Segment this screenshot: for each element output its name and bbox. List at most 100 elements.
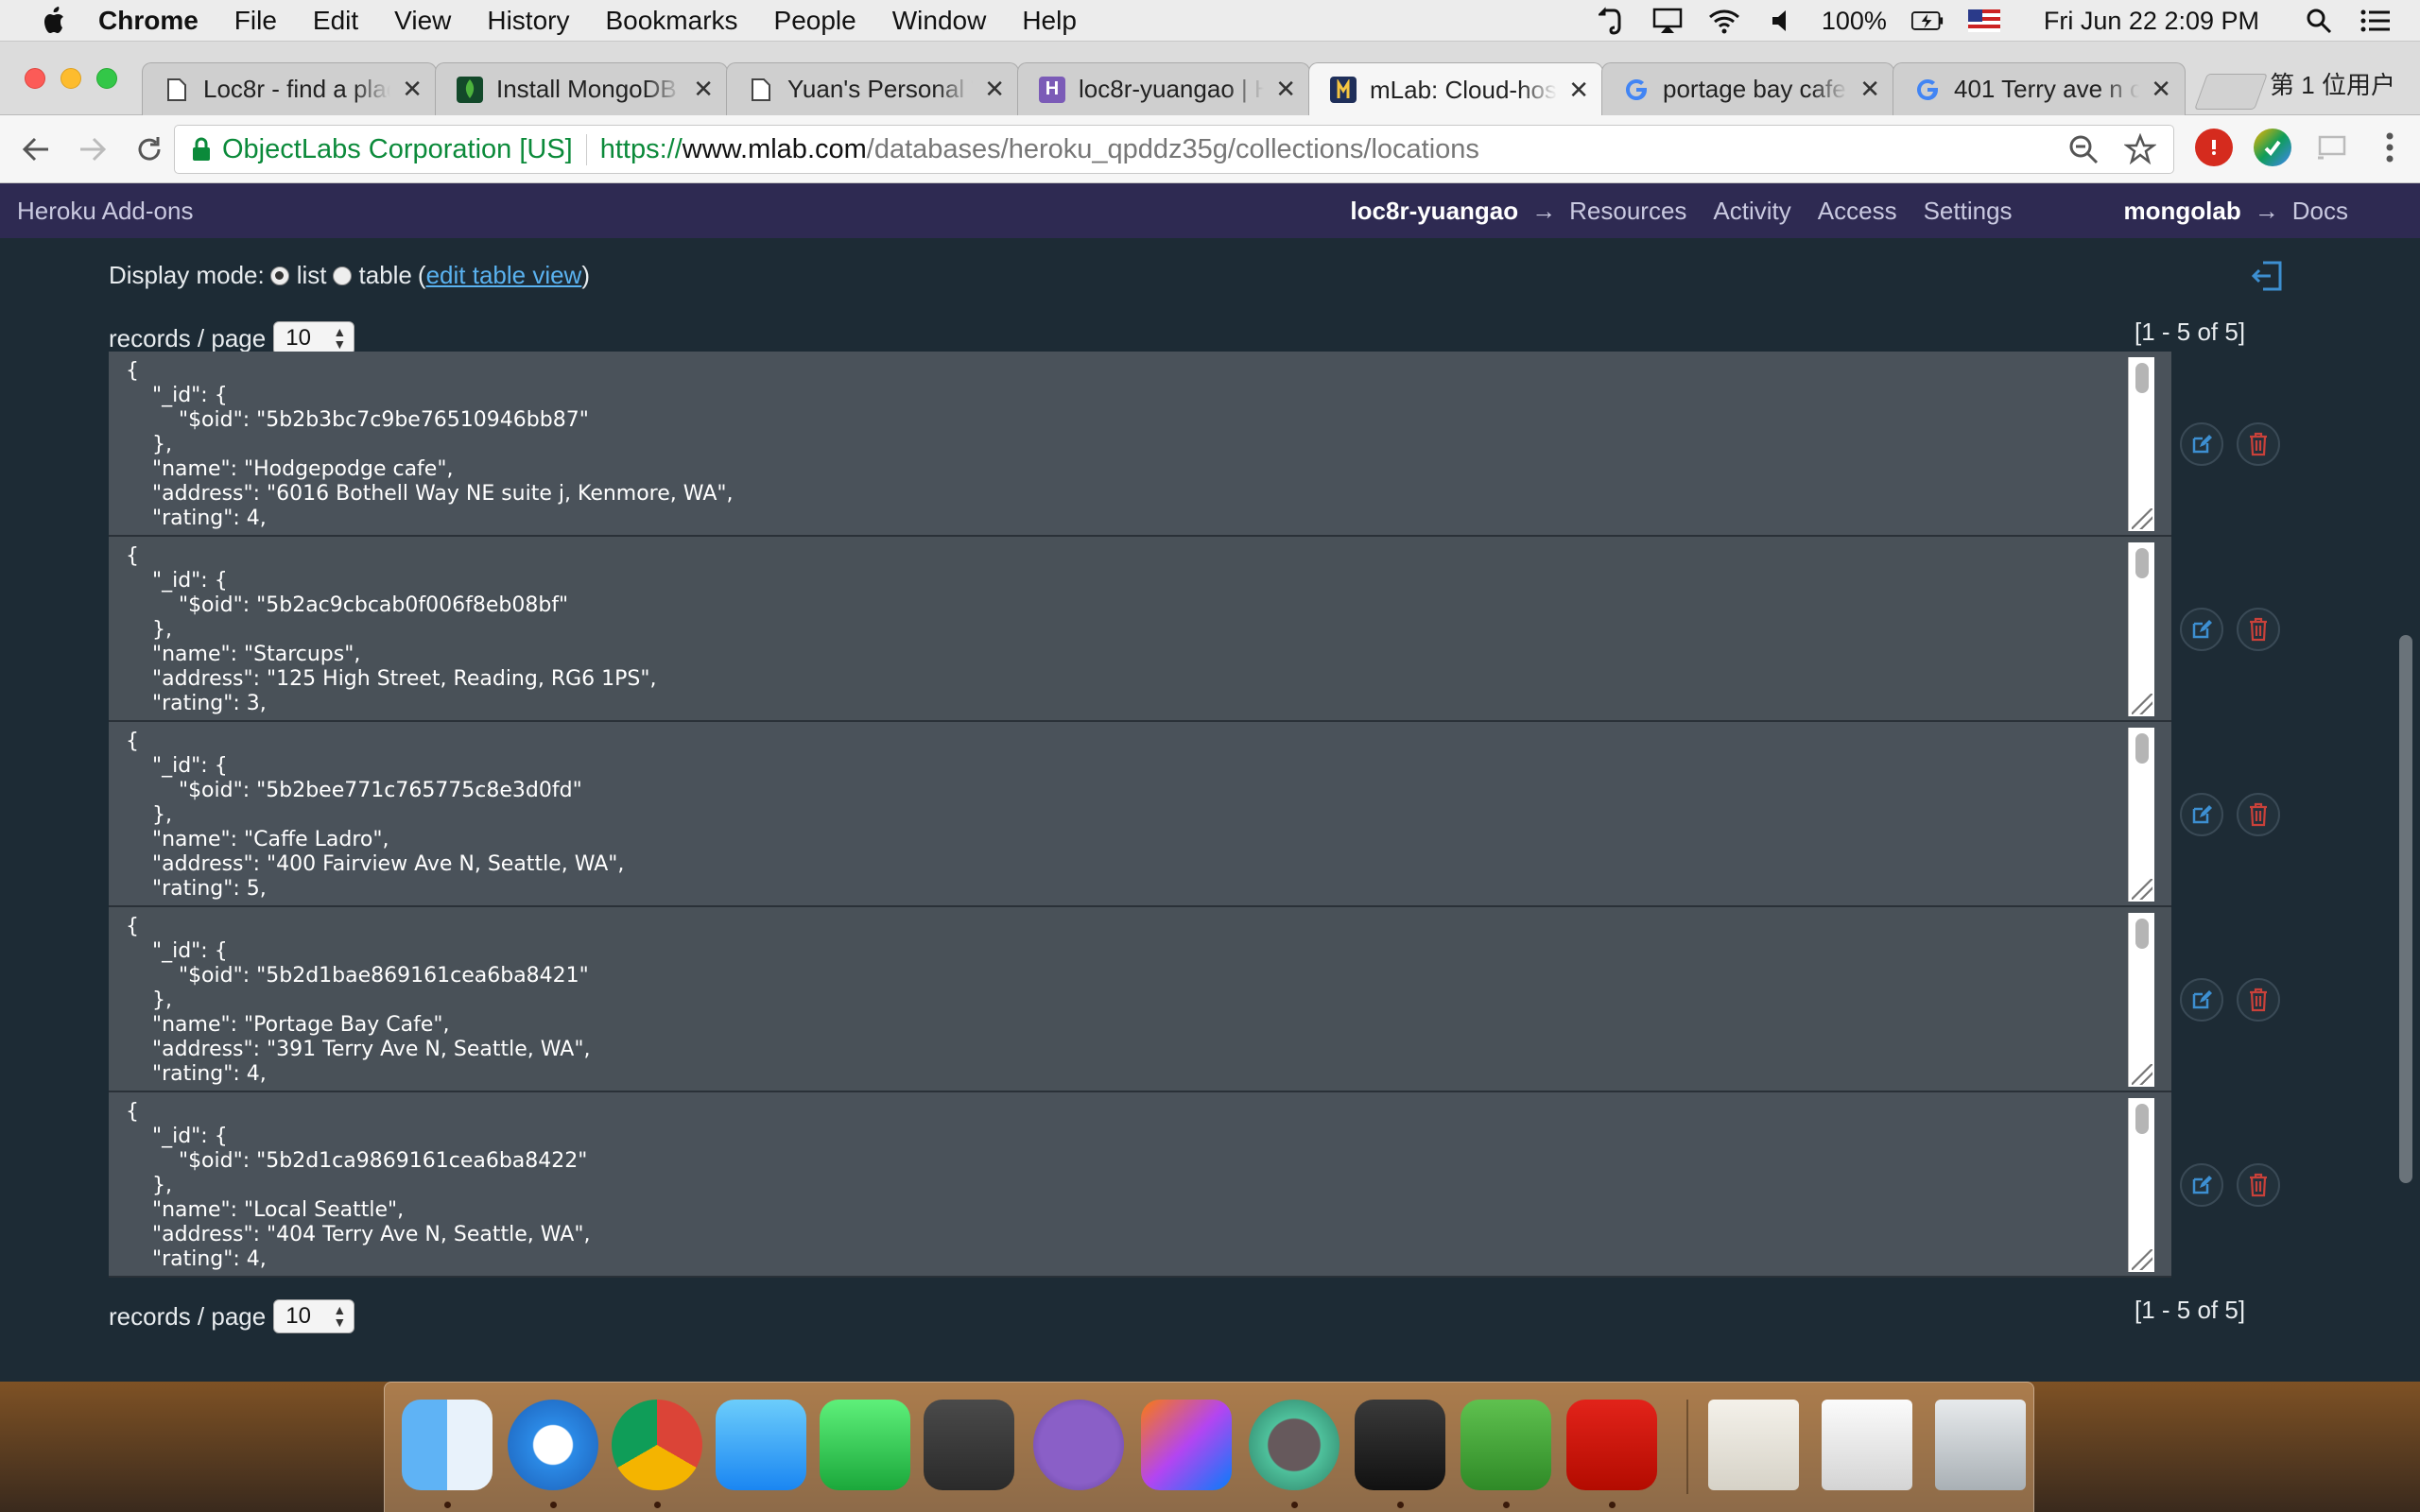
table-mode-radio[interactable] [332, 266, 352, 285]
addon-name-link[interactable]: mongolab [2124, 197, 2241, 226]
secure-lock-icon[interactable] [192, 137, 211, 162]
resize-grip-icon[interactable] [2132, 1064, 2152, 1085]
messages-icon[interactable] [716, 1400, 806, 1490]
records-per-page-select[interactable]: 10 ▲ ▼ [273, 321, 355, 355]
minimize-window-button[interactable] [60, 68, 81, 89]
zoom-window-button[interactable] [96, 68, 117, 89]
document-scrollbar[interactable] [2128, 1098, 2154, 1272]
facetime-icon[interactable] [820, 1400, 910, 1490]
list-mode-label[interactable]: list [297, 261, 327, 290]
edit-document-icon[interactable] [2180, 608, 2223, 651]
url-text[interactable]: https://www.mlab.com/databases/heroku_qp… [600, 134, 1479, 165]
trash-icon[interactable] [1935, 1400, 2026, 1490]
tab-install-mongodb[interactable]: Install MongoDB C ✕ [435, 62, 728, 115]
menu-history[interactable]: History [487, 6, 569, 36]
tab-heroku-app[interactable]: H loc8r-yuangao | H ✕ [1017, 62, 1310, 115]
document-scrollbar[interactable] [2128, 913, 2154, 1087]
menu-file[interactable]: File [234, 6, 277, 36]
reload-button[interactable] [129, 129, 170, 170]
delete-document-icon[interactable] [2237, 793, 2280, 836]
document-scrollbar-thumb[interactable] [2135, 1104, 2149, 1134]
intellij-icon[interactable] [1141, 1400, 1232, 1490]
close-tab-icon[interactable]: ✕ [693, 75, 714, 104]
resize-grip-icon[interactable] [2132, 879, 2152, 900]
airplay-icon[interactable] [1651, 7, 1684, 35]
cast-extension-icon[interactable] [2312, 129, 2350, 166]
document-record[interactable]: { "_id": { "$oid": "5b2ac9cbcab0f006f8eb… [109, 537, 2171, 722]
menubar-clock[interactable]: Fri Jun 22 2:09 PM [2044, 7, 2259, 36]
terminal-icon[interactable] [1355, 1400, 1445, 1490]
document-json[interactable]: { "_id": { "$oid": "5b2d1bae869161cea6ba… [126, 915, 2130, 1085]
chrome-icon[interactable] [612, 1400, 702, 1490]
delete-document-icon[interactable] [2237, 978, 2280, 1022]
battery-charging-icon[interactable] [1910, 7, 1944, 35]
chrome-menu-icon[interactable] [2371, 129, 2409, 166]
address-bar[interactable]: ObjectLabs Corporation [US] https://www.… [174, 125, 2174, 174]
menu-people[interactable]: People [774, 6, 856, 36]
document-scrollbar[interactable] [2128, 542, 2154, 716]
profile-name[interactable]: 第 1 位用户 [2270, 66, 2395, 101]
apple-logo-icon[interactable] [38, 4, 72, 38]
edit-document-icon[interactable] [2180, 793, 2223, 836]
edit-document-icon[interactable] [2180, 422, 2223, 466]
records-per-page-select[interactable]: 10 ▲ ▼ [273, 1299, 355, 1333]
heroku-app-link[interactable]: loc8r-yuangao [1350, 197, 1518, 226]
close-tab-icon[interactable]: ✕ [1568, 76, 1589, 105]
tab-portage-bay-search[interactable]: portage bay cafe ✕ [1601, 62, 1894, 115]
document-record[interactable]: { "_id": { "$oid": "5b2d1ca9869161cea6ba… [109, 1092, 2171, 1278]
certificate-owner[interactable]: ObjectLabs Corporation [US] [222, 133, 587, 165]
documents-stack-icon[interactable] [1708, 1400, 1799, 1490]
document-scrollbar-thumb[interactable] [2135, 919, 2149, 949]
menu-help[interactable]: Help [1022, 6, 1077, 36]
bookmark-star-icon[interactable] [2123, 132, 2157, 173]
document-json[interactable]: { "_id": { "$oid": "5b2ac9cbcab0f006f8eb… [126, 544, 2130, 714]
document-json[interactable]: { "_id": { "$oid": "5b2b3bc7c9be76510946… [126, 359, 2130, 529]
delete-document-icon[interactable] [2237, 1163, 2280, 1207]
safari-icon[interactable] [508, 1400, 598, 1490]
close-tab-icon[interactable]: ✕ [402, 75, 423, 104]
document-scrollbar-thumb[interactable] [2135, 363, 2149, 393]
document-scrollbar[interactable] [2128, 728, 2154, 902]
exit-fullscreen-icon[interactable] [2250, 259, 2284, 293]
evernote-menubar-icon[interactable] [1595, 7, 1627, 35]
page-zoom-icon[interactable] [2067, 133, 2100, 173]
close-window-button[interactable] [25, 68, 45, 89]
menu-view[interactable]: View [394, 6, 451, 36]
list-mode-radio[interactable] [269, 266, 289, 285]
resize-grip-icon[interactable] [2132, 1249, 2152, 1270]
page-scrollbar[interactable] [2392, 238, 2420, 1382]
document-scrollbar-thumb[interactable] [2135, 733, 2149, 764]
spotlight-search-icon[interactable] [2303, 7, 2335, 35]
tab-loc8r[interactable]: Loc8r - find a plac ✕ [142, 62, 437, 115]
table-mode-label[interactable]: table [359, 261, 412, 290]
edit-table-view-link[interactable]: edit table view [426, 261, 582, 290]
acrobat-icon[interactable] [1566, 1400, 1657, 1490]
sublime-text-icon[interactable] [924, 1400, 1014, 1490]
nav-docs[interactable]: Docs [2292, 197, 2348, 226]
tab-mlab-active[interactable]: mLab: Cloud-host ✕ [1308, 62, 1603, 116]
nav-access[interactable]: Access [1818, 197, 1897, 226]
menu-bookmarks[interactable]: Bookmarks [605, 6, 737, 36]
volume-icon[interactable] [1765, 7, 1797, 35]
nav-resources[interactable]: Resources [1569, 197, 1686, 226]
menu-edit[interactable]: Edit [313, 6, 358, 36]
close-tab-icon[interactable]: ✕ [1859, 75, 1880, 104]
heroku-addons-brand[interactable]: Heroku Add-ons [17, 197, 193, 226]
close-tab-icon[interactable]: ✕ [984, 75, 1005, 104]
nav-settings[interactable]: Settings [1924, 197, 2013, 226]
finder-icon[interactable] [402, 1400, 493, 1490]
close-tab-icon[interactable]: ✕ [1275, 75, 1296, 104]
document-record[interactable]: { "_id": { "$oid": "5b2d1bae869161cea6ba… [109, 907, 2171, 1092]
close-tab-icon[interactable]: ✕ [2151, 75, 2171, 104]
menu-app-chrome[interactable]: Chrome [98, 6, 199, 36]
wifi-icon[interactable] [1708, 7, 1740, 35]
document-json[interactable]: { "_id": { "$oid": "5b2bee771c765775c8e3… [126, 730, 2130, 900]
document-record[interactable]: { "_id": { "$oid": "5b2bee771c765775c8e3… [109, 722, 2171, 907]
document-scrollbar-thumb[interactable] [2135, 548, 2149, 578]
document-record[interactable]: { "_id": { "$oid": "5b2b3bc7c9be76510946… [109, 352, 2171, 537]
nav-activity[interactable]: Activity [1713, 197, 1790, 226]
resize-grip-icon[interactable] [2132, 694, 2152, 714]
delete-document-icon[interactable] [2237, 422, 2280, 466]
atom-icon[interactable] [1249, 1400, 1340, 1490]
tab-terry-ave-search[interactable]: 401 Terry ave n ca ✕ [1893, 62, 2186, 115]
